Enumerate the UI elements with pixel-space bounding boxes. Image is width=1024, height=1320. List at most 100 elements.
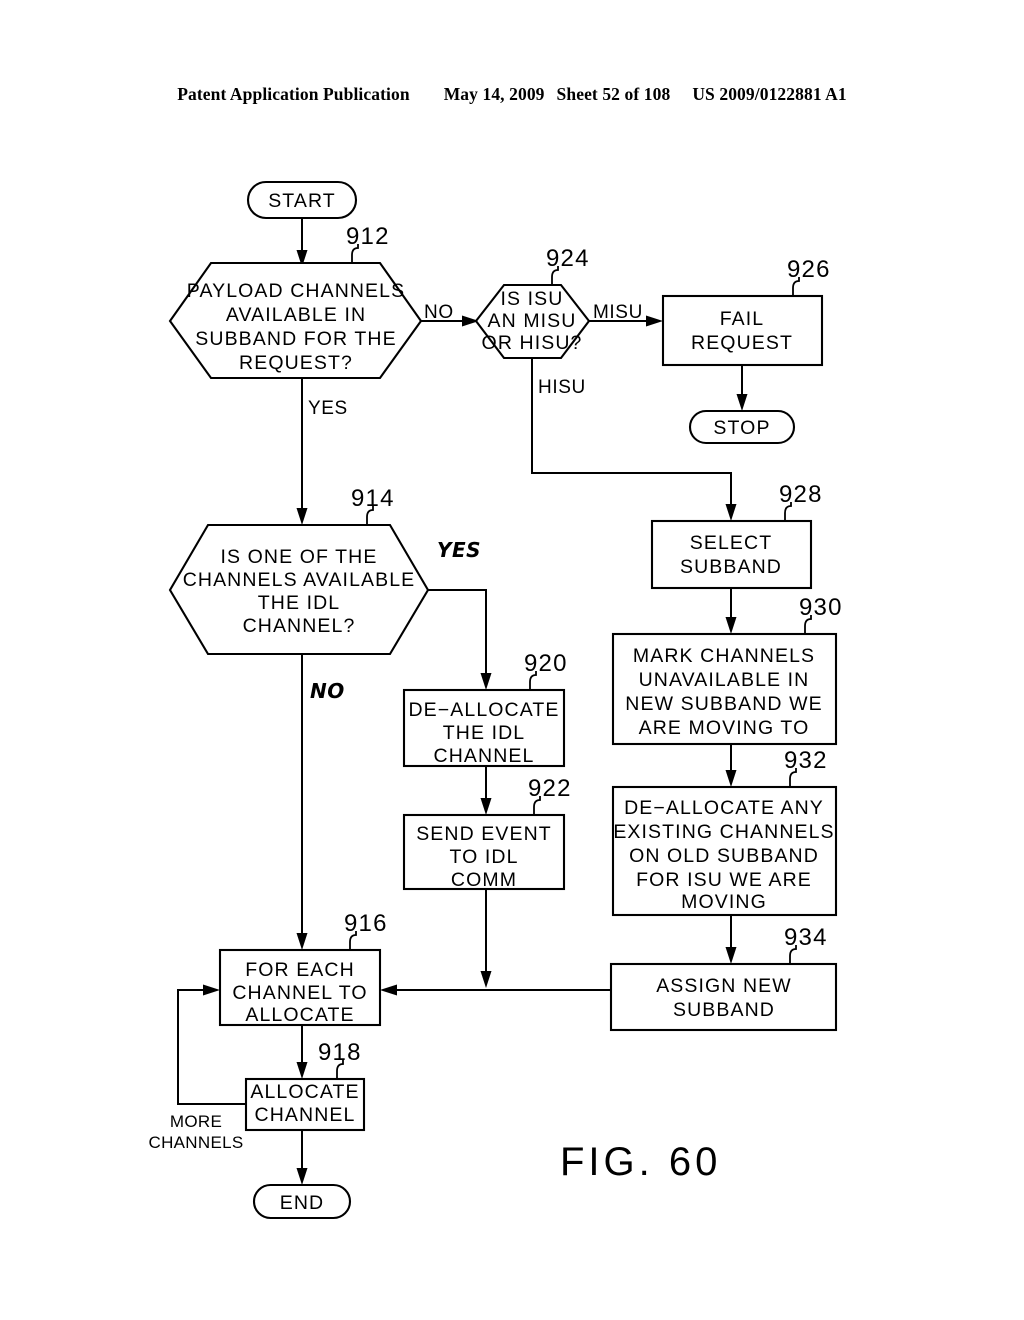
node-930-line-1: MARK CHANNELS (633, 645, 815, 667)
node-918-line-1: ALLOCATE (250, 1081, 359, 1103)
ref-leader-924: 924 (546, 245, 590, 285)
node-928-line-2: SUBBAND (680, 556, 782, 578)
node-926: FAIL REQUEST (661, 294, 824, 367)
node-922: SEND EVENT TO IDL COMM (402, 813, 566, 891)
node-918-line-2: CHANNEL (255, 1104, 356, 1126)
node-930: MARK CHANNELS UNAVAILABLE IN NEW SUBBAND… (611, 632, 838, 746)
ref-number-914: 914 (351, 485, 395, 512)
edge-label-yes-914: YES (437, 538, 481, 562)
node-924-line-1: IS ISU (501, 288, 564, 310)
connector-926-to-stop (736, 365, 748, 411)
flowchart-diagram: START PAYLOAD CHANNELS AVAILABLE IN SUBB… (149, 180, 843, 1220)
node-916-line-2: CHANNEL TO (232, 982, 367, 1004)
connector-934-to-916 (380, 984, 611, 996)
patent-page: Patent Application Publication May 14, 2… (0, 0, 1024, 1320)
node-912-line-2: AVAILABLE IN (226, 304, 366, 326)
node-914-line-2: CHANNELS AVAILABLE (183, 569, 416, 591)
ref-leader-932: 932 (784, 747, 828, 787)
node-start-label: START (268, 190, 336, 212)
node-932-line-4: FOR ISU WE ARE (636, 869, 812, 891)
node-912-line-3: SUBBAND FOR THE (195, 328, 396, 350)
ref-leader-920: 920 (524, 650, 568, 690)
node-stop: STOP (688, 409, 796, 445)
ref-leader-930: 930 (799, 594, 843, 634)
ref-number-934: 934 (784, 924, 828, 951)
node-930-line-3: NEW SUBBAND WE (625, 693, 822, 715)
node-922-line-2: TO IDL (449, 846, 518, 868)
node-914-line-1: IS ONE OF THE (221, 546, 378, 568)
node-920-line-3: CHANNEL (434, 745, 535, 767)
ref-number-932: 932 (784, 747, 828, 774)
connector-start-to-912 (296, 215, 308, 267)
connector-916-to-918 (296, 1025, 308, 1079)
connector-914-no-to-916 (296, 641, 308, 950)
node-930-line-2: UNAVAILABLE IN (639, 669, 810, 691)
node-922-line-1: SEND EVENT (416, 823, 552, 845)
ref-number-912: 912 (346, 223, 390, 250)
node-932-line-3: ON OLD SUBBAND (629, 845, 819, 867)
node-914-line-4: CHANNEL? (243, 615, 356, 637)
node-912: PAYLOAD CHANNELS AVAILABLE IN SUBBAND FO… (168, 261, 423, 380)
ref-number-930: 930 (799, 594, 843, 621)
connector-928-to-930 (725, 588, 737, 634)
ref-leader-926: 926 (787, 256, 831, 296)
node-932-line-1: DE−ALLOCATE ANY (624, 797, 824, 819)
node-920-line-2: THE IDL (443, 722, 525, 744)
node-932-line-5: MOVING (681, 891, 767, 913)
node-930-line-4: ARE MOVING TO (639, 717, 810, 739)
node-932-line-2: EXISTING CHANNELS (613, 821, 834, 843)
ref-leader-912: 912 (346, 223, 390, 263)
edge-label-misu-924: MISU (593, 302, 643, 323)
connector-918-to-end (296, 1130, 308, 1185)
ref-number-928: 928 (779, 481, 823, 508)
ref-leader-916: 916 (344, 910, 388, 950)
ref-number-920: 920 (524, 650, 568, 677)
node-926-line-2: REQUEST (691, 332, 793, 354)
edge-label-no-912: NO (424, 302, 454, 323)
node-912-line-4: REQUEST? (239, 352, 353, 374)
ref-leader-928: 928 (779, 481, 823, 521)
connector-912-yes-to-914 (296, 378, 308, 525)
node-920: DE−ALLOCATE THE IDL CHANNEL (402, 688, 566, 768)
node-918: ALLOCATE CHANNEL (244, 1077, 366, 1132)
node-end: END (252, 1183, 352, 1220)
node-start: START (246, 180, 358, 220)
node-926-line-1: FAIL (720, 308, 765, 330)
ref-number-918: 918 (318, 1039, 362, 1066)
node-924-line-2: AN MISU (488, 310, 577, 332)
ref-number-916: 916 (344, 910, 388, 937)
node-916: FOR EACH CHANNEL TO ALLOCATE (218, 948, 382, 1027)
node-916-line-3: ALLOCATE (245, 1004, 354, 1026)
connector-922-to-916 (480, 889, 492, 988)
node-922-line-3: COMM (451, 869, 517, 891)
node-934: ASSIGN NEW SUBBAND (609, 962, 838, 1032)
edge-label-hisu-924: HISU (538, 377, 586, 398)
node-924: IS ISU AN MISU OR HISU? (474, 283, 591, 360)
node-920-line-1: DE−ALLOCATE (409, 699, 560, 721)
node-934-line-1: ASSIGN NEW (656, 975, 792, 997)
edge-label-more-channels-line-2: CHANNELS (149, 1133, 244, 1152)
ref-number-926: 926 (787, 256, 831, 283)
connector-914-yes-to-920 (428, 589, 492, 690)
connector-930-to-932 (725, 744, 737, 787)
figure-label: FIG. 60 (560, 1140, 721, 1184)
node-914: IS ONE OF THE CHANNELS AVAILABLE THE IDL… (168, 523, 430, 656)
node-912-line-1: PAYLOAD CHANNELS (187, 280, 405, 302)
connector-920-to-922 (480, 766, 492, 815)
ref-leader-922: 922 (528, 775, 570, 815)
ref-leader-914: 914 (351, 485, 395, 525)
connector-932-to-934 (725, 915, 737, 964)
ref-leader-934: 934 (784, 924, 828, 964)
node-928: SELECT SUBBAND (650, 519, 813, 590)
node-934-line-2: SUBBAND (673, 999, 775, 1021)
ref-number-924: 924 (546, 245, 590, 272)
edge-label-more-channels-line-1: MORE (170, 1112, 222, 1131)
node-916-line-1: FOR EACH (245, 959, 355, 981)
node-924-line-3: OR HISU? (482, 332, 583, 354)
node-stop-label: STOP (713, 417, 770, 439)
node-928-line-1: SELECT (690, 532, 772, 554)
ref-leader-918: 918 (318, 1039, 362, 1079)
edge-label-yes-912: YES (308, 398, 348, 419)
node-932: DE−ALLOCATE ANY EXISTING CHANNELS ON OLD… (611, 785, 838, 917)
node-end-label: END (280, 1192, 324, 1214)
